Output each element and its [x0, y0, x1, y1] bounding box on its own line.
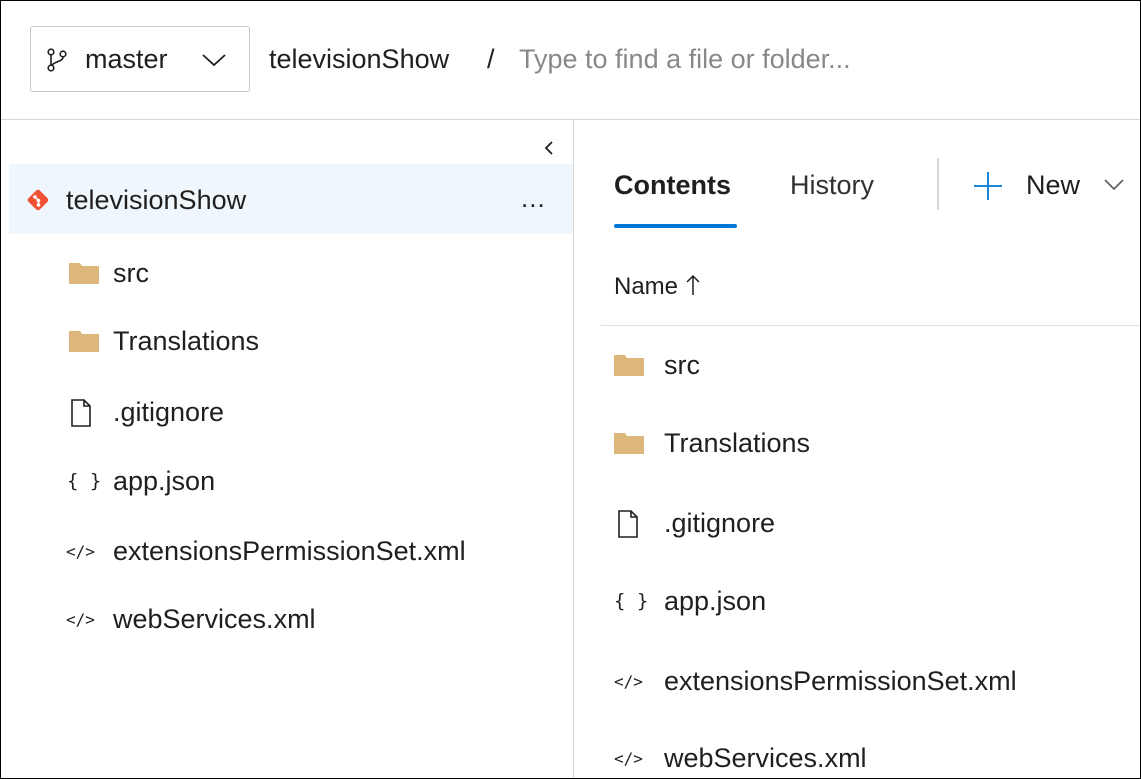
plus-icon	[974, 172, 1002, 200]
column-header-label: Name	[614, 273, 679, 300]
folder-icon	[69, 263, 99, 284]
tree-item-label: app.json	[113, 466, 216, 496]
tree-item-label: src	[113, 258, 149, 288]
tree-root-repo[interactable]: televisionShow ...	[9, 164, 573, 234]
sort-ascending-icon	[686, 274, 700, 295]
tab-history[interactable]: History	[790, 170, 874, 201]
list-item-label: webServices.xml	[664, 743, 867, 773]
folder-icon	[614, 355, 644, 376]
tree-item-label: webServices.xml	[113, 604, 316, 634]
xml-file-icon: </>	[614, 749, 643, 768]
main-content: Contents History New Name src Translatio…	[574, 120, 1140, 778]
new-button-label: New	[1026, 170, 1081, 200]
folder-icon	[69, 331, 99, 352]
branch-name: master	[85, 44, 168, 74]
branch-selector[interactable]: master	[30, 26, 250, 92]
xml-file-icon: </>	[614, 672, 643, 691]
file-search-input[interactable]	[519, 37, 1119, 81]
chevron-down-icon	[202, 54, 226, 67]
file-icon	[71, 399, 91, 427]
list-item-label: Translations	[664, 428, 811, 458]
file-icon	[618, 510, 638, 538]
json-file-icon: { }	[67, 470, 102, 492]
list-item-label: .gitignore	[664, 508, 776, 538]
tab-contents[interactable]: Contents	[614, 170, 731, 201]
top-bar: master televisionShow /	[1, 1, 1140, 120]
tree-item-label: Translations	[113, 326, 260, 356]
chevron-down-icon	[1104, 179, 1124, 191]
file-tree-sidebar: televisionShow ... src Translations .git…	[1, 120, 574, 778]
tree-item-label: .gitignore	[113, 397, 225, 427]
tree-item-label: extensionsPermissionSet.xml	[113, 536, 466, 566]
branch-icon	[47, 48, 67, 72]
xml-file-icon: </>	[66, 542, 95, 561]
git-repo-icon	[27, 189, 49, 211]
tree-root-label: televisionShow	[66, 185, 247, 215]
list-item-label: extensionsPermissionSet.xml	[664, 666, 1017, 696]
name-column-header[interactable]: Name	[614, 273, 700, 301]
repo-breadcrumb[interactable]: televisionShow	[269, 44, 449, 75]
app-window: master televisionShow / televisionShow .…	[0, 0, 1141, 779]
json-file-icon: { }	[614, 590, 649, 612]
xml-file-icon: </>	[66, 610, 95, 629]
toolbar-divider	[937, 158, 939, 210]
breadcrumb-separator: /	[487, 44, 495, 74]
more-options-button[interactable]: ...	[521, 183, 546, 214]
list-item-label: src	[664, 350, 700, 380]
list-item-label: app.json	[664, 586, 767, 616]
header-divider	[601, 325, 1140, 326]
folder-icon	[614, 433, 644, 454]
selected-tab-indicator	[614, 224, 737, 228]
collapse-sidebar-icon[interactable]	[541, 137, 557, 159]
